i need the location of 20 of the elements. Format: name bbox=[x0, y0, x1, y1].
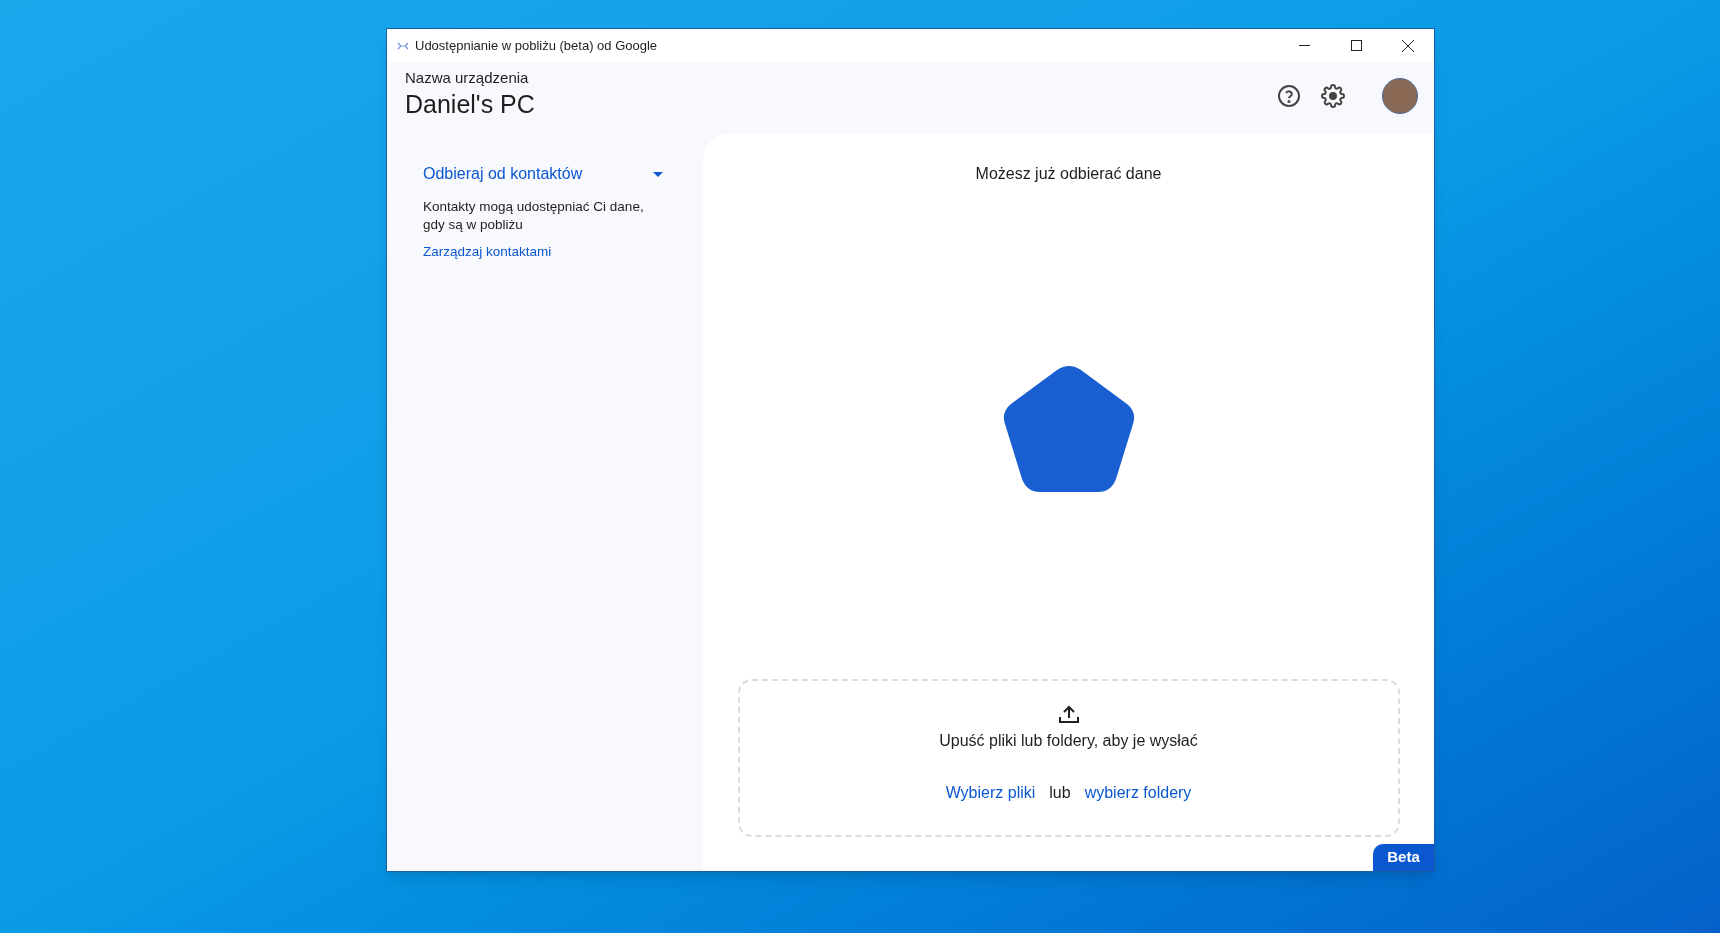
visibility-description: Kontakty mogą udostępniać Ci dane, gdy są w pobliżu bbox=[423, 198, 645, 234]
drop-instructions: Upuść pliki lub foldery, aby je wysłać bbox=[939, 731, 1198, 751]
maximize-icon bbox=[1350, 40, 1362, 51]
caret-icon bbox=[653, 171, 663, 177]
device-name: Daniel's PC bbox=[405, 89, 535, 120]
window-title: Udostępnianie w pobliżu (beta) od Google bbox=[415, 36, 658, 55]
settings-icon[interactable] bbox=[1318, 81, 1348, 111]
choose-folders-link[interactable]: wybierz foldery bbox=[1084, 781, 1192, 805]
drop-zone[interactable]: Upuść pliki lub foldery, aby je wysłać Wybierz pliki lub wybierz foldery bbox=[737, 679, 1400, 837]
device-name-label: Nazwa urządzenia bbox=[405, 68, 530, 88]
manage-contacts-link[interactable]: Zarządzaj kontaktami bbox=[423, 242, 552, 263]
close-icon bbox=[1402, 39, 1414, 52]
avatar[interactable] bbox=[1382, 78, 1418, 114]
status-title: Możesz już odbierać dane bbox=[975, 164, 1162, 184]
separator-text: lub bbox=[1049, 783, 1071, 803]
upload-icon bbox=[1058, 705, 1079, 723]
app-icon bbox=[397, 41, 409, 50]
visibility-dropdown[interactable]: Odbieraj od kontaktów bbox=[423, 162, 663, 186]
choose-files-link[interactable]: Wybierz pliki bbox=[945, 781, 1036, 805]
beta-badge: Beta bbox=[1373, 844, 1434, 871]
